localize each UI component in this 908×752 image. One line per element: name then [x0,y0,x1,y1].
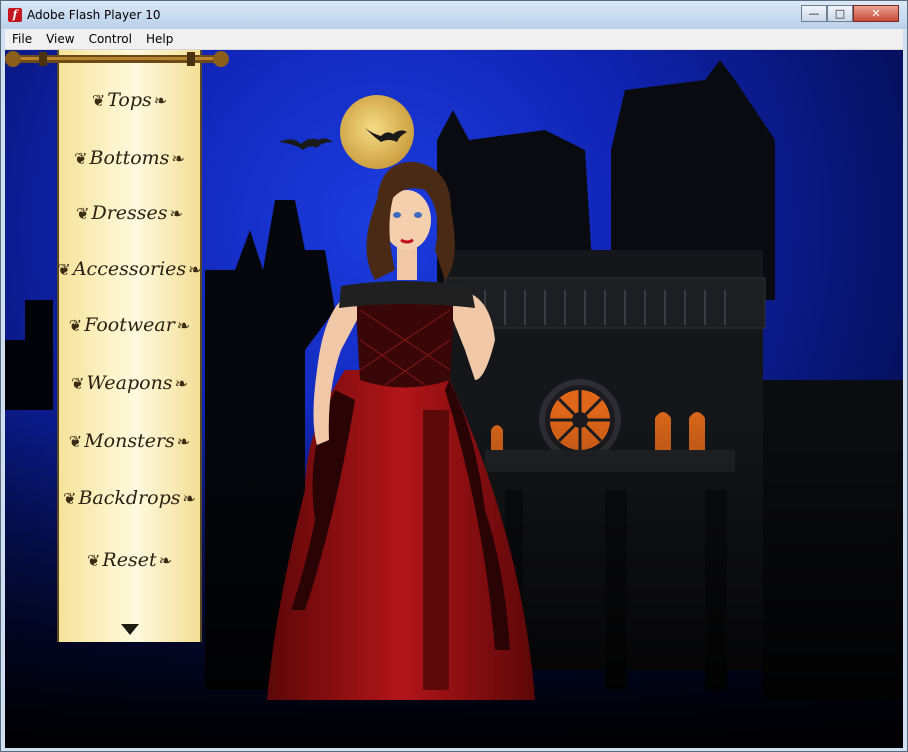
flourish-icon: ❧ [188,259,202,279]
menu-accessories-label: Accessories [72,258,187,280]
menu-monsters-button[interactable]: ❦ Monsters ❧ [59,425,200,457]
menu-backdrops-button[interactable]: ❦ Backdrops ❧ [59,482,200,514]
minimize-button[interactable]: — [801,5,827,22]
flourish-icon: ❦ [68,431,83,451]
flash-app-icon: f [8,8,22,22]
menu-control[interactable]: Control [82,32,139,46]
menu-bottoms-label: Bottoms [89,147,170,169]
menu-monsters-label: Monsters [84,430,175,452]
flourish-icon: ❧ [182,488,196,508]
flourish-icon: ❧ [169,203,183,223]
flourish-icon: ❦ [68,315,83,335]
dress-bodice [355,295,455,388]
menu-backdrops-label: Backdrops [78,487,181,509]
menu-reset-label: Reset [102,549,157,571]
scroll-down-arrow-icon[interactable] [121,624,139,635]
castle-silhouette [5,300,53,410]
menu-footwear-button[interactable]: ❦ Footwear ❧ [59,309,200,341]
flourish-icon: ❦ [91,90,106,110]
menu-accessories-button[interactable]: ❦ Accessories ❧ [57,253,202,285]
menu-dresses-label: Dresses [91,202,168,224]
menu-view[interactable]: View [39,32,81,46]
window-controls: — □ ✕ [801,5,899,22]
menu-bar: File View Control Help [5,29,903,50]
flourish-icon: ❦ [57,259,71,279]
menu-help[interactable]: Help [139,32,180,46]
flourish-icon: ❦ [87,550,101,570]
flourish-icon: ❧ [153,90,168,110]
close-button[interactable]: ✕ [853,5,899,22]
flourish-icon: ❧ [158,550,172,570]
scroll-rod [5,51,229,67]
menu-weapons-button[interactable]: ❦ Weapons ❧ [59,367,200,399]
menu-footwear-label: Footwear [84,314,175,336]
menu-tops-button[interactable]: ❦ Tops ❧ [59,84,200,116]
title-bar: f Adobe Flash Player 10 — □ ✕ [1,1,907,29]
flourish-icon: ❦ [63,488,77,508]
game-stage[interactable]: ❦ Tops ❧ ❦ Bottoms ❧ ❦ Dresses ❧ ❦ Accessories ❧… [5,50,903,748]
menu-bottoms-button[interactable]: ❦ Bottoms ❧ [59,142,200,174]
flash-player-window: f Adobe Flash Player 10 — □ ✕ File View … [0,0,908,752]
flourish-icon: ❧ [176,315,191,335]
flourish-icon: ❦ [74,148,88,168]
flourish-icon: ❦ [71,373,85,393]
bat-icon [279,138,333,150]
flourish-icon: ❦ [76,203,90,223]
menu-weapons-label: Weapons [86,372,173,394]
category-scroll-panel: ❦ Tops ❧ ❦ Bottoms ❧ ❦ Dresses ❧ ❦ Accessories ❧… [57,50,202,642]
menu-tops-label: Tops [107,89,152,111]
menu-reset-button[interactable]: ❦ Reset ❧ [59,544,200,576]
menu-file[interactable]: File [5,32,39,46]
window-title: Adobe Flash Player 10 [27,8,161,22]
flourish-icon: ❧ [174,373,188,393]
maximize-button[interactable]: □ [827,5,853,22]
flourish-icon: ❧ [176,431,191,451]
menu-dresses-button[interactable]: ❦ Dresses ❧ [59,197,200,229]
flourish-icon: ❧ [171,148,185,168]
